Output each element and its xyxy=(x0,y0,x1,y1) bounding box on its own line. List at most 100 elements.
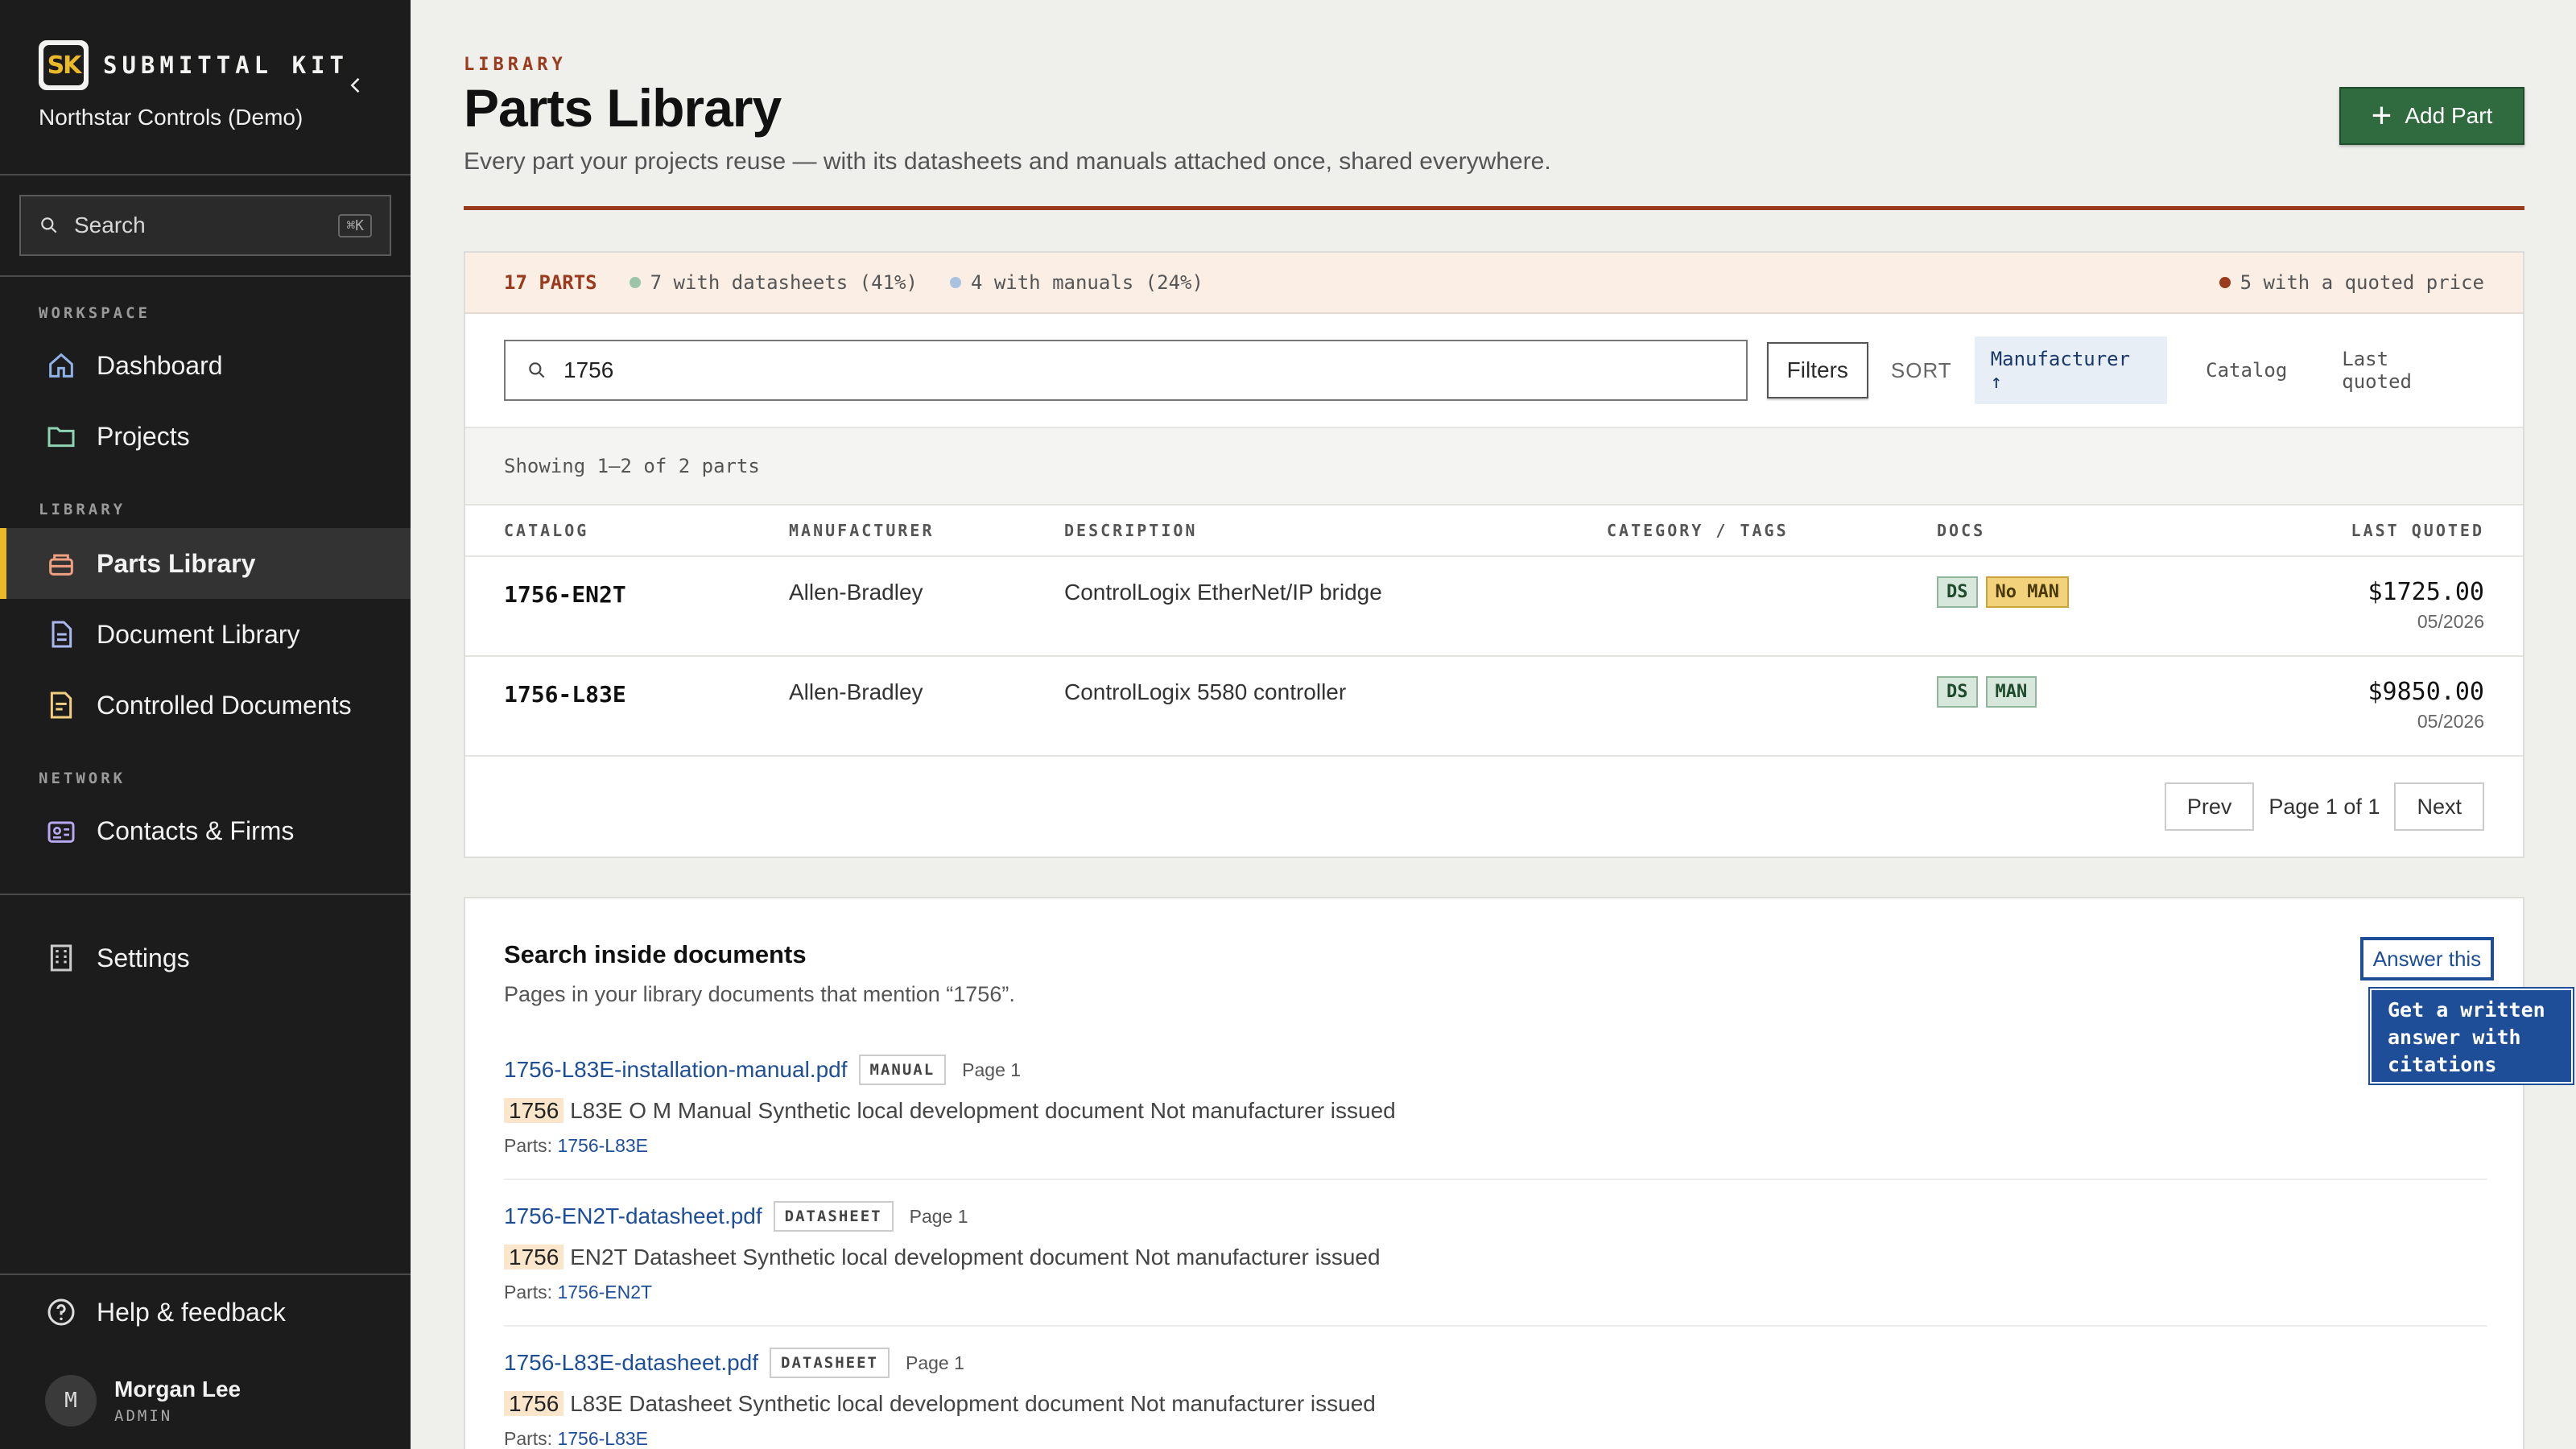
help-feedback-link[interactable]: Help & feedback xyxy=(0,1277,411,1348)
part-link[interactable]: 1756-EN2T xyxy=(557,1282,652,1302)
doc-type-tag: DATASHEET xyxy=(773,1201,894,1232)
sidebar-item-contacts[interactable]: Contacts & Firms xyxy=(0,795,411,866)
next-page-button[interactable]: Next xyxy=(2394,782,2484,831)
part-link[interactable]: 1756-L83E xyxy=(557,1428,648,1449)
page-ref: Page 1 xyxy=(909,1205,968,1227)
col-docs: DOCS xyxy=(1937,521,1986,540)
help-label: Help & feedback xyxy=(97,1297,286,1327)
result-parts: Parts: 1756-EN2T xyxy=(504,1282,2487,1303)
sidebar-item-projects[interactable]: Projects xyxy=(0,401,411,472)
sidebar-search[interactable]: Search ⌘K xyxy=(19,195,391,256)
search-icon xyxy=(529,362,545,378)
divider xyxy=(0,894,411,895)
col-manufacturer[interactable]: MANUFACTURER xyxy=(789,521,935,540)
parts-label: Parts: xyxy=(504,1282,553,1302)
description-cell: ControlLogix EtherNet/IP bridge xyxy=(1064,580,1382,605)
document-result: 1756-L83E-installation-manual.pdf MANUAL… xyxy=(504,1055,2487,1157)
docs-cell: DS MAN xyxy=(1937,676,2045,708)
user-profile[interactable]: M Morgan Lee ADMIN xyxy=(45,1375,241,1426)
page-ref: Page 1 xyxy=(962,1059,1022,1080)
parts-panel: 17 PARTS 7 with datasheets (41%) 4 with … xyxy=(464,251,2524,858)
col-catalog[interactable]: CATALOG xyxy=(504,521,588,540)
sidebar-item-label: Settings xyxy=(97,943,190,972)
brand-name: SUBMITTAL KIT xyxy=(103,52,349,79)
datasheets-stat: 7 with datasheets (41%) xyxy=(650,271,918,294)
sidebar-item-dashboard[interactable]: Dashboard xyxy=(0,330,411,401)
snippet-text: L83E O M Manual Synthetic local developm… xyxy=(570,1098,1396,1123)
page-ref: Page 1 xyxy=(905,1352,964,1373)
add-part-label: Add Part xyxy=(2405,103,2493,128)
box-icon xyxy=(49,554,73,576)
quoted-stat: 5 with a quoted price xyxy=(2240,271,2484,294)
building-icon xyxy=(50,944,72,972)
divider xyxy=(504,1325,2487,1327)
quoted-dot-icon xyxy=(2219,277,2231,288)
document-search-panel: Search inside documents Pages in your li… xyxy=(464,897,2574,1449)
sort-manufacturer[interactable]: Manufacturer ↑ xyxy=(1974,336,2168,404)
sidebar-item-document-library[interactable]: Document Library xyxy=(0,599,411,670)
user-name: Morgan Lee xyxy=(114,1377,242,1402)
table-row[interactable]: 1756-EN2T Allen-Bradley ControlLogix Eth… xyxy=(465,557,2523,657)
page-eyebrow: LIBRARY xyxy=(464,55,567,75)
add-part-button[interactable]: + Add Part xyxy=(2339,87,2524,145)
plus-icon: + xyxy=(2371,96,2392,135)
part-link[interactable]: 1756-L83E xyxy=(557,1135,648,1156)
parts-search-input[interactable]: 1756 xyxy=(504,340,1748,401)
col-last-quoted[interactable]: LAST QUOTED xyxy=(2351,521,2484,540)
result-snippet: 1756 L83E O M Manual Synthetic local dev… xyxy=(504,1098,2487,1124)
section-workspace: WORKSPACE xyxy=(39,304,151,322)
pagination: Prev Page 1 of 1 Next xyxy=(465,757,2523,857)
sidebar-search-label: Search xyxy=(74,213,146,237)
sidebar-item-label: Document Library xyxy=(97,619,300,649)
catalog-cell[interactable]: 1756-EN2T xyxy=(504,581,626,608)
showing-count: Showing 1–2 of 2 parts xyxy=(465,428,2523,506)
snippet-text: L83E Datasheet Synthetic local developme… xyxy=(570,1391,1376,1416)
col-description[interactable]: DESCRIPTION xyxy=(1064,521,1197,540)
divider xyxy=(504,1179,2487,1180)
datasheet-dot-icon xyxy=(629,277,641,288)
document-link[interactable]: 1756-L83E-datasheet.pdf xyxy=(504,1350,758,1376)
price-amount: $1725.00 xyxy=(2368,578,2485,606)
result-parts: Parts: 1756-L83E xyxy=(504,1428,2487,1449)
stats-bar: 17 PARTS 7 with datasheets (41%) 4 with … xyxy=(465,253,2523,314)
answer-this-button[interactable]: Answer this xyxy=(2360,937,2494,980)
sort-catalog[interactable]: Catalog xyxy=(2190,348,2303,393)
collapse-sidebar-button[interactable] xyxy=(341,71,370,100)
contact-card-icon xyxy=(47,821,75,843)
chevron-left-icon xyxy=(350,77,360,93)
manual-badge[interactable]: MAN xyxy=(1985,676,2037,708)
title-rule xyxy=(464,206,2524,210)
sidebar-item-label: Contacts & Firms xyxy=(97,815,295,845)
docs-cell: DS No MAN xyxy=(1937,576,2077,608)
document-result: 1756-L83E-datasheet.pdf DATASHEET Page 1… xyxy=(504,1348,2487,1449)
doc-type-tag: MANUAL xyxy=(858,1055,947,1085)
datasheet-badge[interactable]: DS xyxy=(1937,576,1978,608)
parts-label: Parts: xyxy=(504,1428,553,1449)
sidebar-item-controlled-documents[interactable]: Controlled Documents xyxy=(0,670,411,741)
table-row[interactable]: 1756-L83E Allen-Bradley ControlLogix 558… xyxy=(465,657,2523,757)
folder-icon xyxy=(47,427,75,448)
search-value: 1756 xyxy=(564,357,614,382)
price-amount: $9850.00 xyxy=(2368,678,2485,706)
snippet-text: EN2T Datasheet Synthetic local developme… xyxy=(570,1245,1381,1269)
sidebar-item-parts-library[interactable]: Parts Library xyxy=(0,528,411,599)
divider xyxy=(0,275,411,277)
filters-button[interactable]: Filters xyxy=(1766,342,1868,398)
search-icon xyxy=(41,217,57,233)
page-info: Page 1 of 1 xyxy=(2268,794,2380,819)
document-link[interactable]: 1756-L83E-installation-manual.pdf xyxy=(504,1057,848,1083)
sort-last-quoted[interactable]: Last quoted xyxy=(2326,336,2484,404)
catalog-cell[interactable]: 1756-L83E xyxy=(504,681,626,708)
page-title: Parts Library xyxy=(464,78,782,138)
brand[interactable]: SK SUBMITTAL KIT xyxy=(39,40,349,90)
doc-type-tag: DATASHEET xyxy=(770,1348,890,1378)
datasheet-badge[interactable]: DS xyxy=(1937,676,1978,708)
prev-page-button[interactable]: Prev xyxy=(2164,782,2255,831)
shortcut-hint: ⌘K xyxy=(338,213,372,237)
highlight: 1756 xyxy=(504,1245,564,1269)
toolbar: 1756 Filters SORT Manufacturer ↑ Catalog… xyxy=(465,314,2523,428)
sidebar-item-settings[interactable]: Settings xyxy=(0,923,411,993)
document-link[interactable]: 1756-EN2T-datasheet.pdf xyxy=(504,1203,762,1229)
result-snippet: 1756 EN2T Datasheet Synthetic local deve… xyxy=(504,1245,2487,1270)
manual-dot-icon xyxy=(949,277,961,288)
